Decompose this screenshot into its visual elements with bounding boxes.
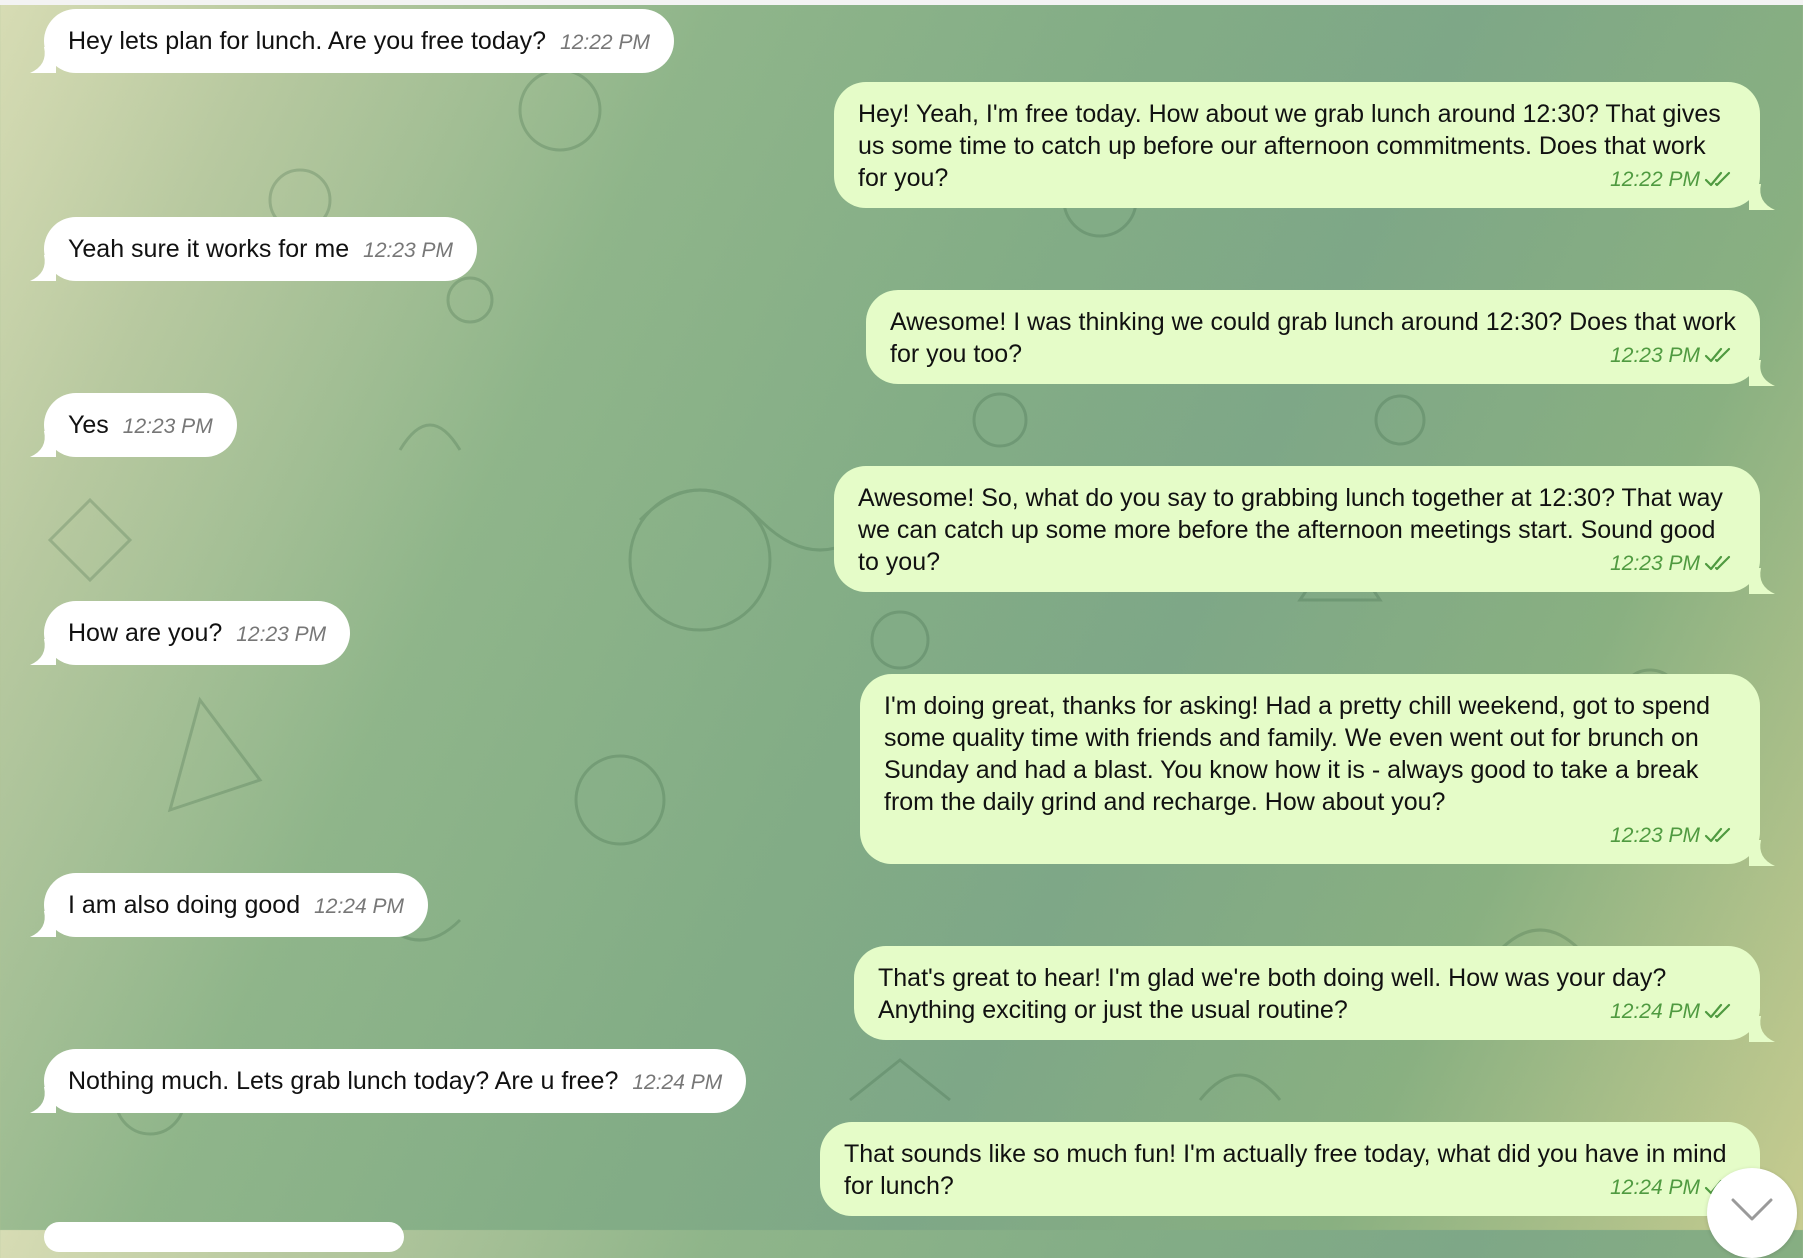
bubble-tail [30, 47, 56, 73]
double-check-icon [1704, 1003, 1731, 1019]
message-time-status: 12:23 PM [1610, 820, 1734, 852]
message-text: I am also doing good [68, 891, 301, 919]
incoming-message[interactable]: I am also doing good 12:24 PM [44, 873, 428, 937]
double-check-icon [1704, 171, 1731, 187]
bubble-tail [1749, 568, 1775, 594]
bubble-tail [30, 1087, 56, 1113]
message-text: Yes [68, 411, 109, 439]
incoming-message[interactable]: Hey lets plan for lunch. Are you free to… [44, 9, 674, 73]
message-text: Awesome! I was thinking we could grab lu… [890, 308, 1736, 368]
bubble-tail [30, 911, 56, 937]
message-text: That sounds like so much fun! I'm actual… [844, 1140, 1727, 1200]
outgoing-message[interactable]: Awesome! I was thinking we could grab lu… [866, 290, 1760, 384]
message-text: How are you? [68, 619, 223, 647]
bubble-tail [30, 255, 56, 281]
message-text: I'm doing great, thanks for asking! Had … [884, 692, 1711, 816]
message-text: That's great to hear! I'm glad we're bot… [878, 964, 1667, 1024]
message-time: 12:23 PM [122, 415, 213, 438]
message-time-status: 12:24 PM [1610, 996, 1734, 1028]
message-time: 12:23 PM [363, 239, 454, 262]
incoming-message[interactable]: Yeah sure it works for me 12:23 PM [44, 217, 478, 281]
outgoing-message[interactable]: That's great to hear! I'm glad we're bot… [854, 946, 1760, 1040]
message-time: 12:23 PM [1610, 344, 1700, 367]
message-text: Awesome! So, what do you say to grabbing… [858, 484, 1723, 576]
message-time: 12:24 PM [1610, 1000, 1700, 1023]
bubble-tail [1749, 840, 1775, 866]
incoming-message[interactable]: Nothing much. Lets grab lunch today? Are… [44, 1049, 747, 1113]
message-time: 12:23 PM [1610, 552, 1700, 575]
double-check-icon [1704, 827, 1731, 843]
message-time: 12:23 PM [1610, 824, 1700, 847]
incoming-message-partial[interactable] [44, 1222, 404, 1252]
bubble-tail [1749, 1016, 1775, 1042]
message-time-status: 12:23 PM [1610, 340, 1734, 372]
double-check-icon [1704, 555, 1731, 571]
message-time: 12:22 PM [1610, 168, 1700, 191]
outgoing-message[interactable]: Hey! Yeah, I'm free today. How about we … [834, 82, 1760, 208]
bubble-tail [30, 431, 56, 457]
incoming-message[interactable]: Yes 12:23 PM [44, 393, 237, 457]
message-time: 12:24 PM [1610, 1176, 1700, 1199]
outgoing-message[interactable]: Awesome! So, what do you say to grabbing… [834, 466, 1760, 592]
message-time-status: 12:22 PM [1610, 164, 1734, 196]
message-time: 12:23 PM [236, 623, 327, 646]
message-time: 12:24 PM [632, 1071, 723, 1094]
message-text: Hey! Yeah, I'm free today. How about we … [858, 100, 1721, 192]
scroll-to-bottom-button[interactable] [1707, 1168, 1797, 1258]
double-check-icon [1704, 347, 1731, 363]
message-time-status: 12:23 PM [1610, 548, 1734, 580]
chevron-down-icon [1731, 1198, 1773, 1221]
message-text: Yeah sure it works for me [68, 235, 350, 263]
bubble-tail [30, 639, 56, 665]
bubble-tail [1749, 360, 1775, 386]
outgoing-message[interactable]: I'm doing great, thanks for asking! Had … [860, 674, 1760, 864]
incoming-message[interactable]: How are you? 12:23 PM [44, 601, 351, 665]
bubble-tail [1749, 184, 1775, 210]
outgoing-message[interactable]: That sounds like so much fun! I'm actual… [820, 1122, 1760, 1216]
message-time: 12:22 PM [560, 31, 650, 54]
message-text: Nothing much. Lets grab lunch today? Are… [68, 1067, 619, 1095]
message-time: 12:24 PM [314, 895, 404, 918]
message-text: Hey lets plan for lunch. Are you free to… [68, 27, 547, 55]
